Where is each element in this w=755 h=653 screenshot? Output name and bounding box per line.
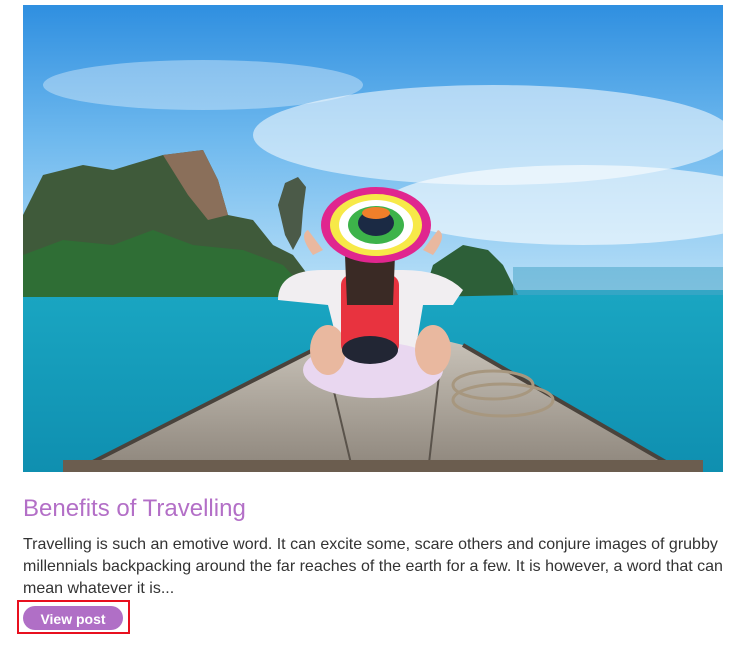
view-post-highlight: View post: [17, 600, 130, 634]
blog-post-card: Benefits of Travelling Travelling is suc…: [17, 5, 723, 634]
travel-photo: [23, 5, 723, 472]
post-image[interactable]: [23, 5, 723, 472]
post-excerpt: Travelling is such an emotive word. It c…: [23, 536, 723, 597]
view-post-button[interactable]: View post: [23, 606, 123, 630]
post-title[interactable]: Benefits of Travelling: [23, 494, 723, 524]
